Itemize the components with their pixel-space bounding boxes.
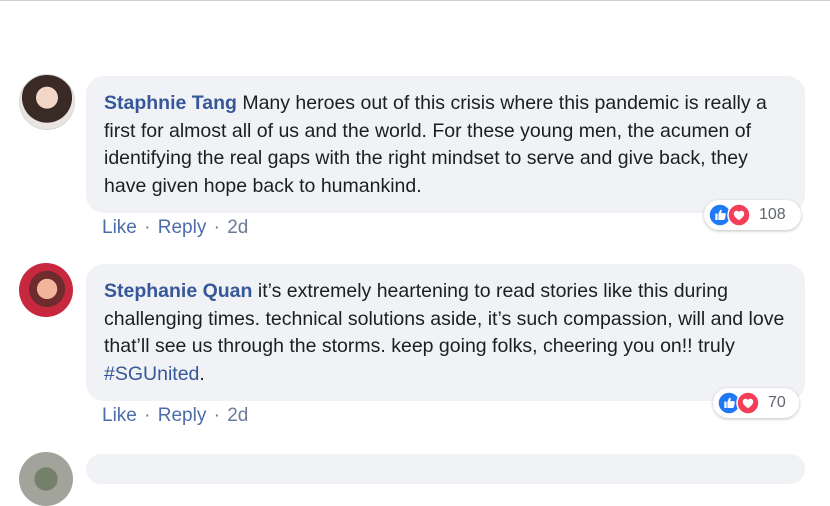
comment-bubble: [86, 454, 805, 484]
separator: ·: [144, 217, 151, 238]
comment-author[interactable]: Stephanie Quan: [104, 280, 252, 302]
comment-timestamp[interactable]: 2d: [227, 217, 248, 238]
reaction-count: 108: [759, 206, 786, 223]
comment-actions: Like · Reply · 2d: [102, 405, 248, 427]
hashtag-link[interactable]: #SGUnited: [104, 363, 199, 385]
comment-bubble: Staphnie Tang Many heroes out of this cr…: [86, 76, 805, 213]
reply-link[interactable]: Reply: [158, 405, 207, 426]
reactions-summary[interactable]: 70: [713, 388, 799, 418]
like-link[interactable]: Like: [102, 217, 137, 238]
comment-text-end: .: [199, 362, 205, 385]
avatar[interactable]: [19, 263, 73, 317]
comment-actions: Like · Reply · 2d: [102, 217, 248, 239]
love-icon: [736, 391, 760, 415]
reaction-count: 70: [768, 394, 786, 411]
avatar[interactable]: [19, 74, 75, 130]
like-link[interactable]: Like: [102, 405, 137, 426]
love-icon: [727, 203, 751, 227]
comment-timestamp[interactable]: 2d: [227, 405, 248, 426]
comment-author[interactable]: Staphnie Tang: [104, 92, 237, 114]
reactions-summary[interactable]: 108: [704, 200, 801, 230]
top-divider: [0, 0, 830, 1]
reply-link[interactable]: Reply: [158, 217, 207, 238]
avatar[interactable]: [19, 452, 73, 506]
separator: ·: [144, 405, 151, 426]
separator: ·: [213, 217, 220, 238]
comment-bubble: Stephanie Quan it’s extremely heartening…: [86, 264, 805, 401]
separator: ·: [213, 405, 220, 426]
